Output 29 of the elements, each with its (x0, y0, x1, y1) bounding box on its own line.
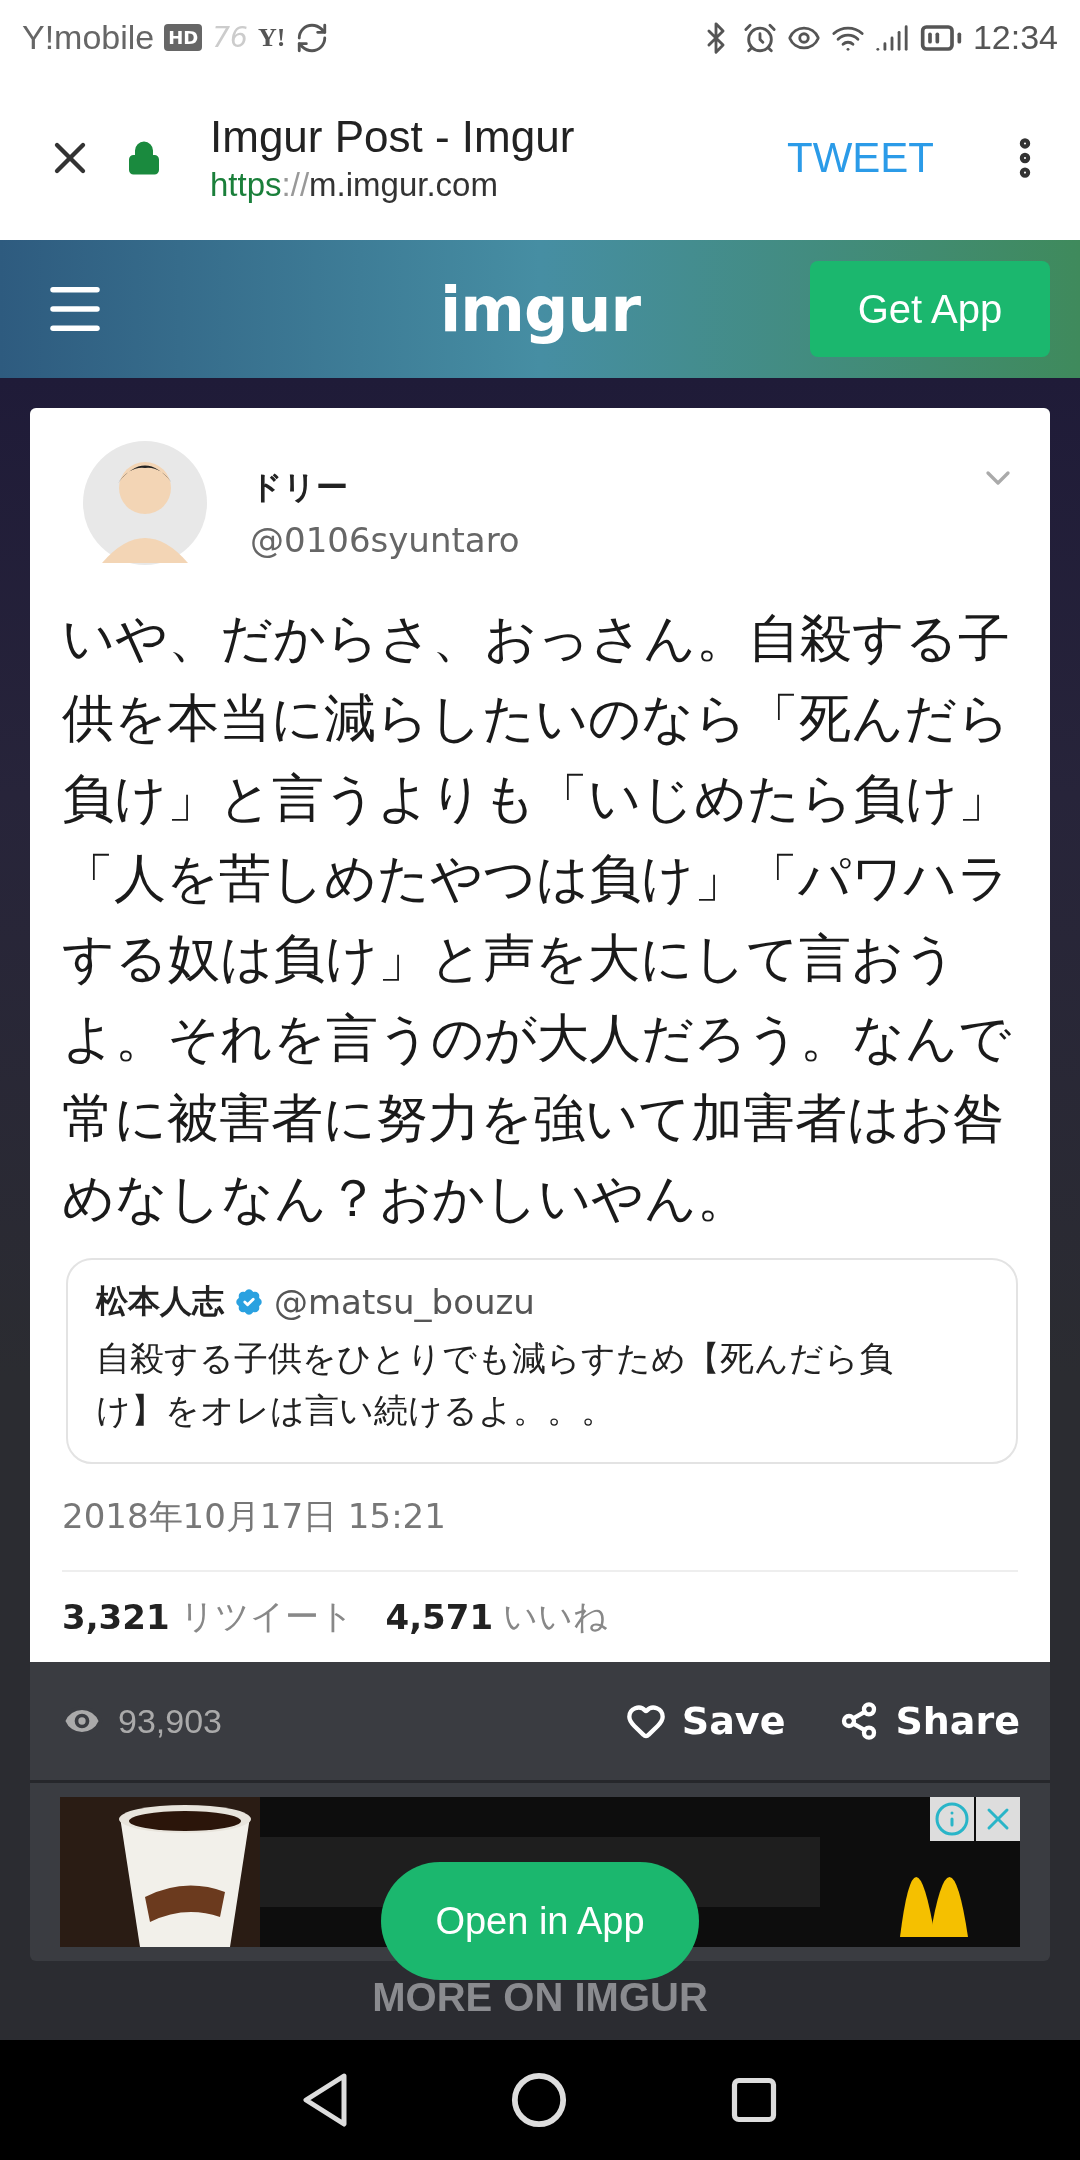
get-app-button[interactable]: Get App (810, 261, 1050, 357)
tweet-date: 2018年10月17日 15:21 (62, 1495, 447, 1538)
stat-label: いいね (503, 1595, 609, 1638)
view-count: 93,903 (118, 1701, 222, 1741)
quoted-tweet-text: 自殺する子供をひとりでも減らすため【死んだら負け】をオレは言い続けるよ。。。 (96, 1337, 894, 1432)
tweet-text: いや、だからさ、おっさん。自殺する子供を本当に減らしたいのなら「死んだら負け」と言うよりも「いじめたら負け」「人を苦しめたやつは負け」「パワハラする奴は負け」と声を大にして言おうよ。それを言うのが大人だろう。なんで常に被害者に努力を強いて加害者はお咎めなしなん？おかしいやん。 (62, 607, 1012, 1230)
back-icon[interactable] (300, 2072, 350, 2128)
quoted-tweet[interactable]: 松本人志 @matsu_bouzu 自殺する子供をひとりでも減らすため【死んだら負け】をオレは言い続けるよ。。。 (66, 1258, 1018, 1464)
page-title: Imgur Post - Imgur (210, 111, 576, 162)
author-name: ドリー (250, 467, 349, 508)
stat-label: リツイート (179, 1595, 354, 1638)
share-button[interactable]: Share (839, 1699, 1020, 1743)
lock-icon (126, 139, 162, 176)
author-handle: @0106syuntaro (250, 520, 521, 560)
home-icon[interactable] (510, 2071, 568, 2129)
site-logo[interactable]: imgur (440, 272, 640, 346)
clock-time: 12:34 (972, 18, 1058, 57)
quoted-author-handle: @matsu_bouzu (274, 1282, 535, 1322)
tweet-link[interactable]: TWEET (787, 133, 934, 182)
avatar-icon (80, 438, 210, 568)
hd-badge: HD (164, 24, 203, 51)
save-button[interactable]: Save (625, 1699, 786, 1743)
stat-count: 3,321 (62, 1597, 170, 1637)
stat-count: 4,571 (385, 1597, 494, 1637)
page-url: https://m.imgur.com (210, 165, 499, 204)
yahoo-mark: Y! (257, 22, 286, 53)
quoted-author-name: 松本人志 (96, 1281, 224, 1322)
carrier-name: Y!mobile (22, 18, 155, 57)
open-in-app-button[interactable]: Open in App (381, 1862, 699, 1980)
